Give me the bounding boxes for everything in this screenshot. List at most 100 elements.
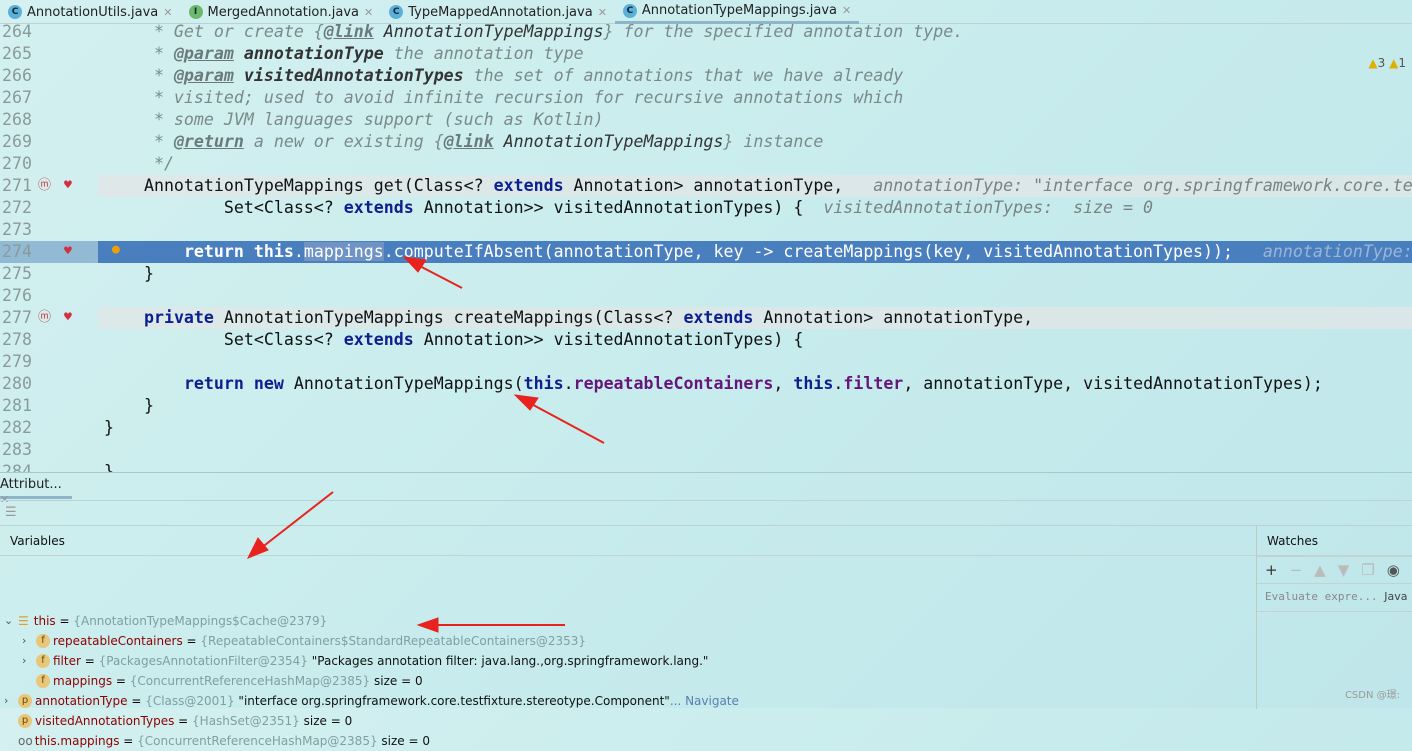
line-number[interactable]: 283 [0, 439, 32, 461]
line-number[interactable]: 274 [0, 241, 32, 263]
line-number[interactable]: 269 [0, 131, 32, 153]
close-icon[interactable]: ✕ [163, 6, 172, 19]
variable-value: "Packages annotation filter: java.lang.,… [311, 654, 709, 668]
line-number[interactable]: 277 [0, 307, 32, 329]
line-number[interactable]: 268 [0, 109, 32, 131]
language-selector[interactable]: Java [1384, 590, 1407, 603]
tab-typemappedannotation[interactable]: C TypeMappedAnnotation.java ✕ [381, 0, 615, 24]
close-icon[interactable]: ✕ [364, 6, 373, 19]
expand-icon[interactable]: › [22, 651, 36, 671]
tab-label: MergedAnnotation.java [207, 4, 360, 20]
expand-icon[interactable]: › [4, 691, 18, 711]
line-number[interactable]: 275 [0, 263, 32, 285]
line-number[interactable]: 278 [0, 329, 32, 351]
code-line[interactable]: 273 [0, 219, 1412, 241]
line-number[interactable]: 271 [0, 175, 32, 197]
variable-row[interactable]: › p annotationType = {Class@2001} "interfa… [4, 691, 739, 711]
eye-icon[interactable]: ◉ [1387, 561, 1400, 579]
code-line[interactable]: 279 [0, 351, 1412, 373]
code-line[interactable]: 278 Set<Class<? extends Annotation>> vis… [0, 329, 1412, 351]
tab-mergedannotation[interactable]: I MergedAnnotation.java ✕ [181, 0, 382, 24]
code-line[interactable]: 270 */ [0, 153, 1412, 175]
code-line[interactable]: 271 AnnotationTypeMappings get(Class<? e… [0, 175, 1412, 197]
variable-row[interactable]: oo this.mappings = {ConcurrentReferenceHa… [4, 731, 430, 751]
field-icon: f [36, 654, 50, 668]
variable-row[interactable]: › f filter = {PackagesAnnotationFilter@235… [22, 651, 708, 671]
breakpoint-icon[interactable]: ♥ [64, 307, 72, 329]
variable-type: {ConcurrentReferenceHashMap@2385} [129, 674, 371, 688]
code-line[interactable]: 266 * @param visitedAnnotationTypes the … [0, 65, 1412, 87]
method-icon[interactable]: ⓜ [38, 307, 51, 329]
code-line[interactable]: 283 [0, 439, 1412, 461]
variable-type: {AnnotationTypeMappings$Cache@2379} [73, 614, 328, 628]
debug-toolbar: ☰ [0, 500, 1412, 526]
line-number[interactable]: 279 [0, 351, 32, 373]
line-number[interactable]: 272 [0, 197, 32, 219]
line-number[interactable]: 281 [0, 395, 32, 417]
method-icon[interactable]: ⓜ [38, 175, 51, 197]
code-editor[interactable]: ▲3 ▲1 264 * Get or create {@link Annotat… [0, 24, 1412, 472]
code-line[interactable]: 282} [0, 417, 1412, 439]
copy-icon[interactable]: ❐ [1361, 561, 1374, 579]
code-text: } [104, 396, 154, 415]
code-line[interactable]: 269 * @return a new or existing {@link A… [0, 131, 1412, 153]
code-line[interactable]: 267 * visited; used to avoid infinite re… [0, 87, 1412, 109]
navigate-link[interactable]: ... Navigate [670, 691, 739, 711]
line-number[interactable]: 280 [0, 373, 32, 395]
move-up-icon[interactable]: ▲ [1314, 561, 1326, 579]
expand-icon[interactable]: ⌄ [4, 611, 18, 631]
variable-row[interactable]: ⌄ ☰ this = {AnnotationTypeMappings$Cache@2… [4, 611, 331, 631]
code-line[interactable]: 264 * Get or create {@link AnnotationTyp… [0, 24, 1412, 43]
variable-row[interactable]: f mappings = {ConcurrentReferenceHashMap@… [22, 671, 423, 691]
variable-type: {RepeatableContainers$StandardRepeatable… [200, 634, 587, 648]
code-text: private AnnotationTypeMappings createMap… [143, 308, 1034, 327]
code-line[interactable]: 268 * some JVM languages support (such a… [0, 109, 1412, 131]
code-line[interactable]: 272 Set<Class<? extends Annotation>> vis… [0, 197, 1412, 219]
variable-type: {Class@2001} [145, 694, 235, 708]
expand-icon[interactable]: › [22, 631, 36, 651]
add-icon[interactable]: + [1265, 561, 1278, 579]
code-line[interactable]: 274 return this.mappings.computeIfAbsent… [0, 241, 1412, 263]
code-line[interactable]: 276 [0, 285, 1412, 307]
interface-icon: I [188, 5, 203, 19]
code-text: * @return a new or existing {@link Annot… [104, 132, 824, 151]
evaluate-input[interactable]: Evaluate expre... Java [1257, 584, 1412, 612]
line-number[interactable]: 265 [0, 43, 32, 65]
line-number[interactable]: 264 [0, 24, 32, 43]
line-number[interactable]: 282 [0, 417, 32, 439]
line-number[interactable]: 273 [0, 219, 32, 241]
code-line[interactable]: 275 } [0, 263, 1412, 285]
line-number[interactable]: 284 [0, 461, 32, 472]
variable-name: visitedAnnotationTypes [35, 714, 175, 728]
code-line[interactable]: 277 private AnnotationTypeMappings creat… [0, 307, 1412, 329]
code-line[interactable]: 280 return new AnnotationTypeMappings(th… [0, 373, 1412, 395]
code-text: * visited; used to avoid infinite recurs… [104, 88, 904, 107]
field-icon: f [36, 634, 50, 648]
layout-icon[interactable]: ☰ [5, 505, 17, 520]
line-number[interactable]: 270 [0, 153, 32, 175]
code-line[interactable]: 284} [0, 461, 1412, 472]
variable-value: size = 0 [303, 714, 353, 728]
tab-annotationtypemappings[interactable]: C AnnotationTypeMappings.java ✕ [614, 0, 860, 24]
debug-tab[interactable]: Attribut... ✕ [0, 477, 72, 506]
move-down-icon[interactable]: ▼ [1338, 561, 1350, 579]
variable-row[interactable]: › f repeatableContainers = {RepeatableCont… [22, 631, 590, 651]
line-number[interactable]: 276 [0, 285, 32, 307]
variables-pane: Variables ⌄ ☰ this = {AnnotationTypeMappin… [0, 526, 1257, 748]
remove-icon[interactable]: − [1290, 561, 1303, 579]
breakpoint-icon[interactable]: ♥ [64, 175, 72, 197]
code-line[interactable]: 281 } [0, 395, 1412, 417]
variable-row[interactable]: p visitedAnnotationTypes = {HashSet@2351}… [4, 711, 352, 731]
breakpoint-icon[interactable]: ♥ [64, 241, 72, 263]
line-number[interactable]: 266 [0, 65, 32, 87]
lightbulb-icon[interactable]: ● [112, 239, 120, 261]
code-line[interactable]: 265 * @param annotationType the annotati… [0, 43, 1412, 65]
variable-name: this.mappings [34, 734, 120, 748]
variable-value: "interface org.springframework.core.test… [238, 694, 670, 708]
code-text: AnnotationTypeMappings get(Class<? exten… [104, 176, 1412, 195]
watches-title: Watches [1257, 526, 1412, 556]
close-icon[interactable]: ✕ [598, 6, 607, 19]
tab-annotationutils[interactable]: C AnnotationUtils.java ✕ [0, 0, 181, 24]
line-number[interactable]: 267 [0, 87, 32, 109]
close-icon[interactable]: ✕ [842, 4, 851, 17]
